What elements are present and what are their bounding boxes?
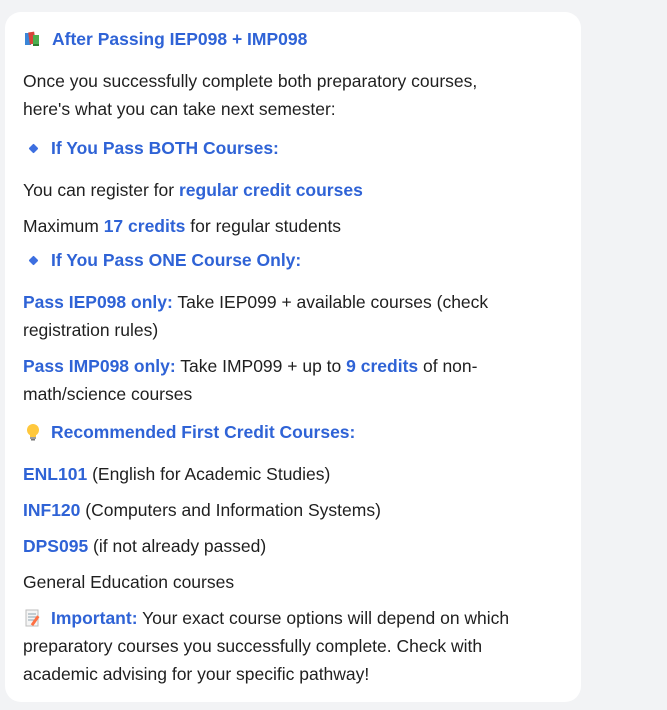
important-paragraph: Important: Your exact course options wil… <box>23 604 563 688</box>
imp-text-a: Take IMP099 + up to <box>175 356 347 376</box>
max-suffix: for regular students <box>185 216 342 236</box>
register-line: You can register for regular credit cour… <box>23 176 563 204</box>
course-code: DPS095 <box>23 536 89 556</box>
course-code: ENL101 <box>23 464 88 484</box>
imp-line-1: Pass IMP098 only: Take IMP099 + up to 9 … <box>23 352 563 380</box>
register-prefix: You can register for <box>23 180 179 200</box>
iep-label: Pass IEP098 only: <box>23 292 173 312</box>
iep-line-2: registration rules) <box>23 320 159 340</box>
general-education-line: General Education courses <box>23 572 235 592</box>
title-row: After Passing IEP098 + IMP098 <box>23 29 563 49</box>
section-both-heading-text: If You Pass BOTH Courses: <box>51 138 279 158</box>
max-highlight: 17 credits <box>103 216 186 236</box>
section-one-heading-text: If You Pass ONE Course Only: <box>51 250 302 270</box>
iep-line-1: Pass IEP098 only: Take IEP099 + availabl… <box>23 288 563 316</box>
important-line-3: academic advising for your specific path… <box>23 664 370 684</box>
important-label: Important: <box>51 608 138 628</box>
recommended-heading-text: Recommended First Credit Courses: <box>51 422 356 442</box>
intro-paragraph: Once you successfully complete both prep… <box>23 67 563 123</box>
page-title: After Passing IEP098 + IMP098 <box>52 29 308 49</box>
max-credits-line: Maximum 17 credits for regular students <box>23 212 563 240</box>
course-dps095: DPS095 (if not already passed) <box>23 532 563 560</box>
course-enl101: ENL101 (English for Academic Studies) <box>23 460 563 488</box>
small-blue-diamond-icon <box>28 255 39 265</box>
imp-highlight: 9 credits <box>346 356 419 376</box>
course-code: INF120 <box>23 500 81 520</box>
imp-text-b: of non- <box>418 356 478 376</box>
course-inf120: INF120 (Computers and Information System… <box>23 496 563 524</box>
important-text-1: Your exact course options will depend on… <box>137 608 510 628</box>
light-bulb-icon <box>23 422 43 442</box>
iep-text-1: Take IEP099 + available courses (check <box>172 292 489 312</box>
imp-label: Pass IMP098 only: <box>23 356 176 376</box>
message-card: After Passing IEP098 + IMP098 Once you s… <box>5 12 581 702</box>
recommended-heading: Recommended First Credit Courses: <box>23 420 563 444</box>
section-one-heading: If You Pass ONE Course Only: <box>23 248 563 272</box>
course-desc: (Computers and Information Systems) <box>80 500 381 520</box>
small-blue-diamond-icon <box>28 143 39 153</box>
course-desc: (if not already passed) <box>88 536 267 556</box>
iep-paragraph: Pass IEP098 only: Take IEP099 + availabl… <box>23 288 563 344</box>
important-line-2: preparatory courses you successfully com… <box>23 636 483 656</box>
imp-line-2: math/science courses <box>23 384 193 404</box>
section-both-heading: If You Pass BOTH Courses: <box>23 136 563 160</box>
books-icon <box>23 29 43 49</box>
important-line-1: Important: Your exact course options wil… <box>23 604 563 632</box>
memo-icon <box>23 608 43 628</box>
intro-line-2: here's what you can take next semester: <box>23 99 336 119</box>
course-desc: (English for Academic Studies) <box>87 464 331 484</box>
imp-paragraph: Pass IMP098 only: Take IMP099 + up to 9 … <box>23 352 563 408</box>
max-prefix: Maximum <box>23 216 104 236</box>
intro-line-1: Once you successfully complete both prep… <box>23 71 478 91</box>
register-highlight: regular credit courses <box>178 180 363 200</box>
